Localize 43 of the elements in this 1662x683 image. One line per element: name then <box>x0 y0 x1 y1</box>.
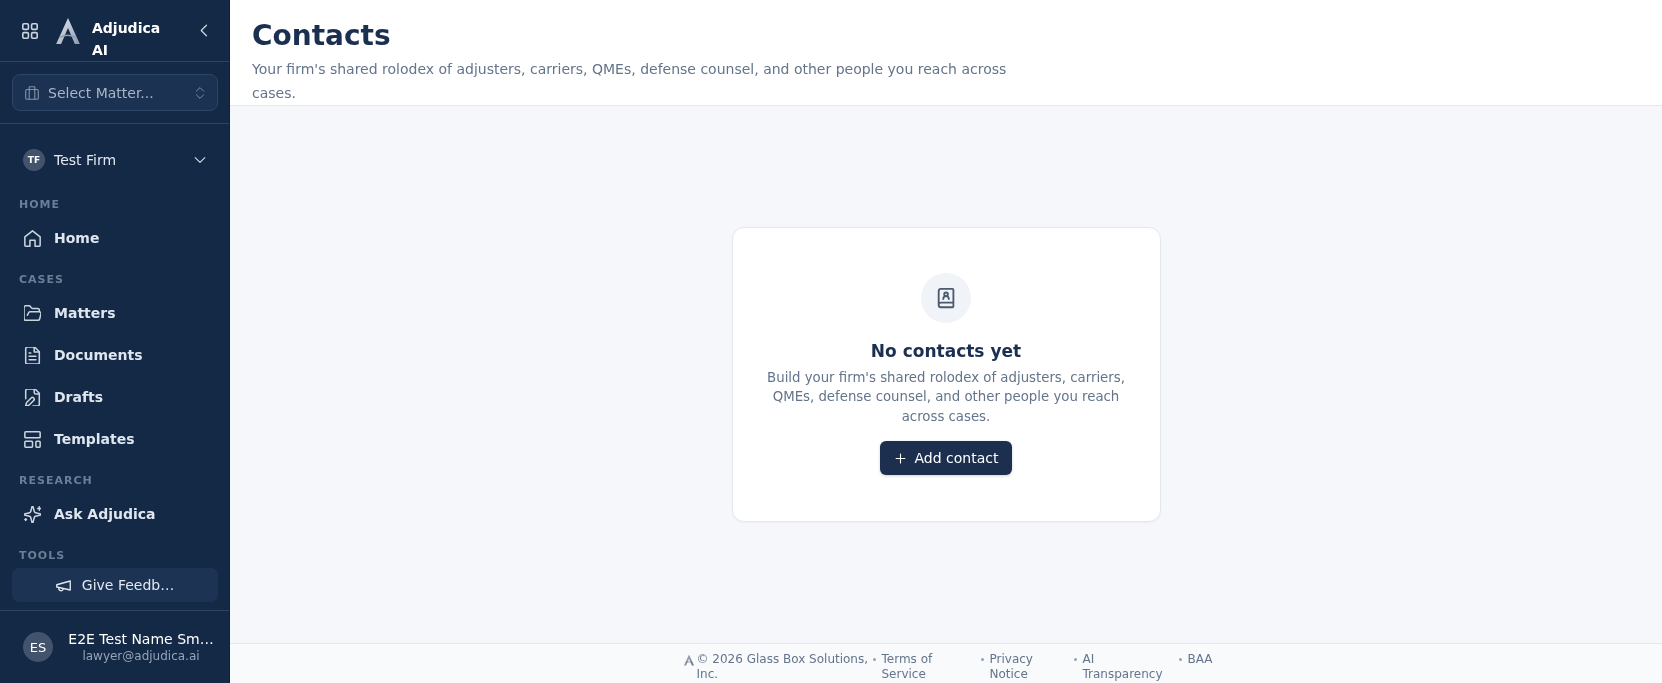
empty-state-description: Build your firm's shared rolodex of adjusters, carriers, QMEs, defense counsel, and other people you reach across cases. <box>766 368 1126 426</box>
section-label: RESEARCH <box>19 473 93 489</box>
grid-icon[interactable] <box>22 22 38 39</box>
megaphone-icon <box>55 577 71 593</box>
add-contact-button[interactable]: Add contact <box>879 441 1013 476</box>
folder-icon <box>24 304 41 322</box>
copyright-text: © 2026 Glass Box Solutions, Inc. <box>696 652 870 682</box>
document-icon <box>24 346 41 364</box>
chevron-up-down-icon <box>194 86 206 99</box>
plus-icon <box>894 452 906 464</box>
file-pen-icon <box>24 388 41 406</box>
nav-item[interactable]: Home <box>12 217 218 259</box>
logo-icon <box>56 17 80 44</box>
footer-link[interactable]: AI Transparency <box>1082 652 1171 682</box>
contact-book-icon <box>921 272 971 323</box>
empty-state-title: No contacts yet <box>870 339 1022 363</box>
section-label: HOME <box>19 197 61 213</box>
page-title: Contacts <box>252 18 391 54</box>
user-name: E2E Test Name Sm… <box>68 630 214 648</box>
briefcase-icon <box>25 85 39 100</box>
brand-name: Adjudica AI <box>92 19 162 60</box>
layout-icon <box>24 430 41 448</box>
firm-switcher[interactable]: TF Test Firm <box>12 136 218 184</box>
footer-link[interactable]: Privacy Notice <box>989 652 1066 682</box>
footer-link[interactable]: BAA <box>1187 652 1213 667</box>
user-email: lawyer@adjudica.ai <box>82 648 200 664</box>
chevron-down-icon <box>194 154 206 166</box>
nav-item[interactable]: Drafts <box>12 376 218 418</box>
house-icon <box>24 229 41 247</box>
nav-item[interactable]: Documents <box>12 334 218 376</box>
matter-select[interactable]: Select Matter... <box>12 74 218 111</box>
nav-item[interactable]: Ask Adjudica <box>12 493 218 535</box>
logo-icon <box>683 654 694 666</box>
section-label: CASES <box>19 272 64 288</box>
feedback-button[interactable]: Give Feedb… <box>12 568 218 602</box>
footer-link[interactable]: Terms of Service <box>881 652 973 682</box>
page-subtitle: Your firm's shared rolodex of adjusters, carriers, QMEs, defense counsel, and other people you reach across cases. <box>252 60 1008 103</box>
nav-item[interactable]: Templates <box>12 418 218 460</box>
user-avatar: ES <box>23 632 53 662</box>
section-label: TOOLS <box>19 548 66 564</box>
sparkle-icon <box>24 505 41 523</box>
nav-item[interactable]: Matters <box>12 292 218 334</box>
firm-avatar: TF <box>23 149 45 171</box>
